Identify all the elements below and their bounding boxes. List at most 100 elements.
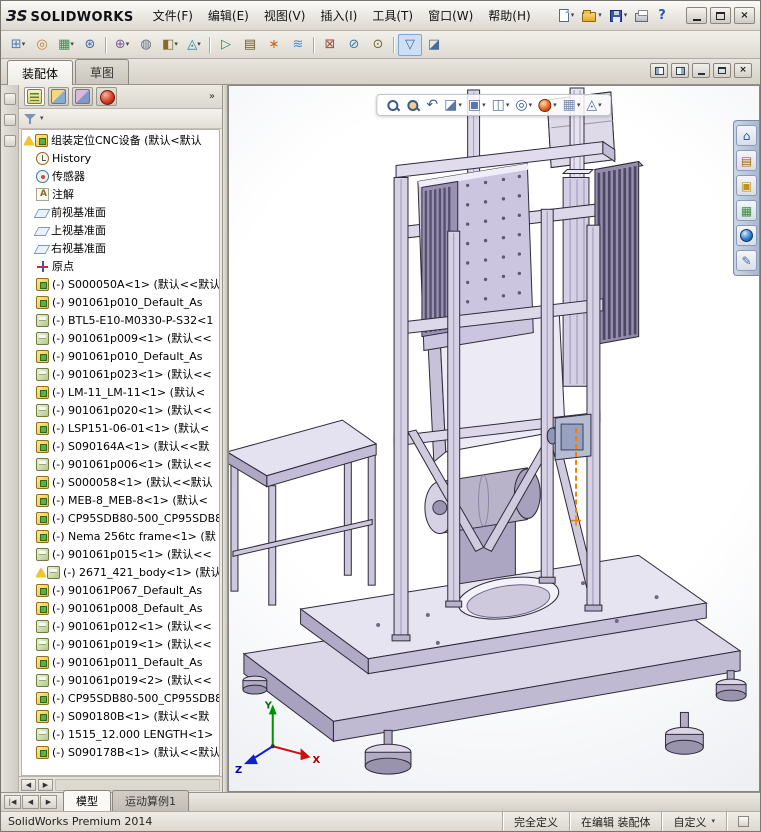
menu-item[interactable]: 帮助(H) [481, 3, 537, 28]
tree-item[interactable]: (-) CP95SDB80-500_CP95SDB8 [22, 689, 219, 707]
side-dock-icon[interactable] [3, 93, 16, 105]
menu-item[interactable]: 工具(T) [365, 3, 420, 28]
print-button[interactable] [632, 7, 651, 24]
dropdown-arrow-icon[interactable]: ▾ [529, 101, 533, 109]
tree-item[interactable]: (-) S000058<1> (默认<<默认 [22, 473, 219, 491]
tree-item[interactable]: (-) Nema 256tc frame<1> (默 [22, 527, 219, 545]
insert-components-button[interactable]: ⊞ ▾ [6, 34, 30, 56]
tree-item[interactable]: History [22, 149, 219, 167]
view-settings-button[interactable]: ◬ ▾ [584, 97, 603, 113]
restore-document-button[interactable]: × [713, 63, 731, 78]
toolbar-button[interactable]: ▾ [310, 35, 318, 55]
tab-model[interactable]: 模型 [63, 790, 111, 811]
side-dock-icon[interactable] [3, 114, 16, 126]
dropdown-arrow-icon[interactable]: ▾ [598, 12, 602, 19]
tree-item[interactable]: (-) 901061p019<2> (默认<< [22, 671, 219, 689]
appearances-scenes-button[interactable] [736, 225, 757, 246]
pane-split-left-button[interactable]: × [650, 63, 668, 78]
menu-item[interactable]: 窗口(W) [421, 3, 480, 28]
edit-appearance-button[interactable]: ▾ [536, 98, 559, 113]
tree-item[interactable]: 组装定位CNC设备 (默认<默认 [22, 131, 219, 149]
section-view-toolbar-button[interactable]: ◪ ▾ [422, 34, 446, 56]
new-document-button[interactable]: ▾ [556, 7, 578, 24]
assembly-features-button[interactable]: ◧ ▾ [158, 34, 182, 56]
dropdown-arrow-icon[interactable]: ▾ [22, 41, 26, 48]
menu-item[interactable]: 编辑(E) [201, 3, 256, 28]
tree-item[interactable]: (-) S090180B<1> (默认<<默 [22, 707, 219, 725]
move-component-button[interactable]: ⊕ ▾ [110, 34, 134, 56]
previous-view-button[interactable]: ↶ ▾ [424, 97, 440, 113]
solidworks-resources-button[interactable]: ⌂ [736, 125, 757, 146]
exploded-view-button[interactable]: ∗ ▾ [262, 34, 286, 56]
status-custom-dropdown[interactable]: 自定义 ▾ [661, 812, 726, 831]
featuremanager-tab[interactable] [24, 87, 45, 106]
tree-item[interactable]: (-) 901061p009<1> (默认<< [22, 329, 219, 347]
menu-item[interactable]: 文件(F) [146, 3, 200, 28]
dropdown-arrow-icon[interactable]: ▾ [624, 12, 628, 19]
toolbar-button[interactable]: ▾ [390, 35, 398, 55]
propertymanager-tab[interactable] [48, 87, 69, 106]
help-button[interactable]: ? [653, 6, 671, 25]
menu-item[interactable]: 插入(I) [313, 3, 364, 28]
first-tab-button[interactable]: |◀ [4, 795, 21, 809]
tree-item[interactable]: 传感器 [22, 167, 219, 185]
reference-geometry-button[interactable]: ◬ ▾ [182, 34, 206, 56]
show-hidden-components-button[interactable]: ◍ ▾ [134, 34, 158, 56]
dropdown-arrow-icon[interactable]: ▾ [70, 41, 74, 48]
tree-item[interactable]: (-) MEB-8_MEB-8<1> (默认< [22, 491, 219, 509]
tree-item[interactable]: (-) S090164A<1> (默认<<默 [22, 437, 219, 455]
tree-item[interactable]: (-) S000050A<1> (默认<<默认 [22, 275, 219, 293]
menu-item[interactable]: 视图(V) [257, 3, 313, 28]
tree-item[interactable]: 右视基准面 [22, 239, 219, 257]
design-library-button[interactable]: ▤ [736, 150, 757, 171]
graphics-area[interactable]: Y X Z ▾ [228, 85, 760, 792]
view-palette-button[interactable]: ▦ [736, 200, 757, 221]
dropdown-arrow-icon[interactable]: ▾ [553, 101, 557, 109]
scroll-track[interactable] [55, 778, 220, 791]
mate-button[interactable]: ◎ ▾ [30, 34, 54, 56]
tree-item[interactable]: 前视基准面 [22, 203, 219, 221]
tree-item[interactable]: (-) 1515_12.000 LENGTH<1> [22, 725, 219, 743]
open-button[interactable]: ▾ [579, 7, 605, 24]
configurationmanager-tab[interactable] [72, 87, 93, 106]
interference-detection-button[interactable]: ⊠ ▾ [318, 34, 342, 56]
prev-tab-button[interactable]: ◀ [22, 795, 39, 809]
tree-item[interactable]: 原点 [22, 257, 219, 275]
dropdown-arrow-icon[interactable]: ▾ [598, 101, 602, 109]
tree-item[interactable]: (-) 901061p012<1> (默认<< [22, 617, 219, 635]
pane-split-right-button[interactable]: × [671, 63, 689, 78]
measure-button[interactable]: ⊘ ▾ [342, 34, 366, 56]
tree-item[interactable]: (-) BTL5-E10-M0330-P-S32<1 [22, 311, 219, 329]
dropdown-arrow-icon[interactable]: ▾ [577, 101, 581, 109]
model-right-finned-block[interactable] [593, 160, 644, 346]
dropdown-arrow-icon[interactable]: ▾ [126, 41, 130, 48]
hide-show-items-button[interactable]: ◎ ▾ [513, 97, 534, 113]
next-tab-button[interactable]: ▶ [40, 795, 57, 809]
tree-item[interactable]: (-) CP95SDB80-500_CP95SDB8 [22, 509, 219, 527]
tree-item[interactable]: (-) 901061p015<1> (默认<< [22, 545, 219, 563]
dropdown-arrow-icon[interactable]: ▾ [506, 101, 510, 109]
filter-funnel-icon[interactable] [24, 113, 36, 125]
display-style-button[interactable]: ◫ ▾ [490, 97, 512, 113]
dropdown-arrow-icon[interactable]: ▾ [571, 12, 575, 19]
selection-filter-button[interactable]: ▽ ▾ [398, 33, 422, 56]
maximize-window-button[interactable] [710, 7, 731, 24]
model-view[interactable]: Y X Z [229, 86, 759, 791]
tree-item[interactable]: (-) 901061p020<1> (默认<< [22, 401, 219, 419]
mass-properties-button[interactable]: ⊙ ▾ [366, 34, 390, 56]
dropdown-arrow-icon[interactable]: ▾ [458, 101, 462, 109]
close-window-button[interactable]: × [734, 7, 755, 24]
explode-line-sketch-button[interactable]: ≋ ▾ [286, 34, 310, 56]
file-explorer-button[interactable]: ▣ [736, 175, 757, 196]
tab-motion-study-1[interactable]: 运动算例1 [112, 790, 189, 811]
displaymanager-tab[interactable] [96, 87, 117, 106]
minimize-document-button[interactable]: × [692, 63, 710, 78]
status-tags-button[interactable] [726, 812, 760, 831]
dropdown-arrow-icon[interactable]: ▾ [40, 115, 44, 122]
dropdown-arrow-icon[interactable]: ▾ [174, 41, 178, 48]
close-document-button[interactable]: × [734, 63, 752, 78]
tree-item[interactable]: (-) 901061p010_Default_As [22, 293, 219, 311]
tree-item[interactable]: (-) LSP151-06-01<1> (默认< [22, 419, 219, 437]
save-button[interactable]: ▾ [607, 8, 631, 24]
toolbar-button[interactable]: ▾ [102, 35, 110, 55]
